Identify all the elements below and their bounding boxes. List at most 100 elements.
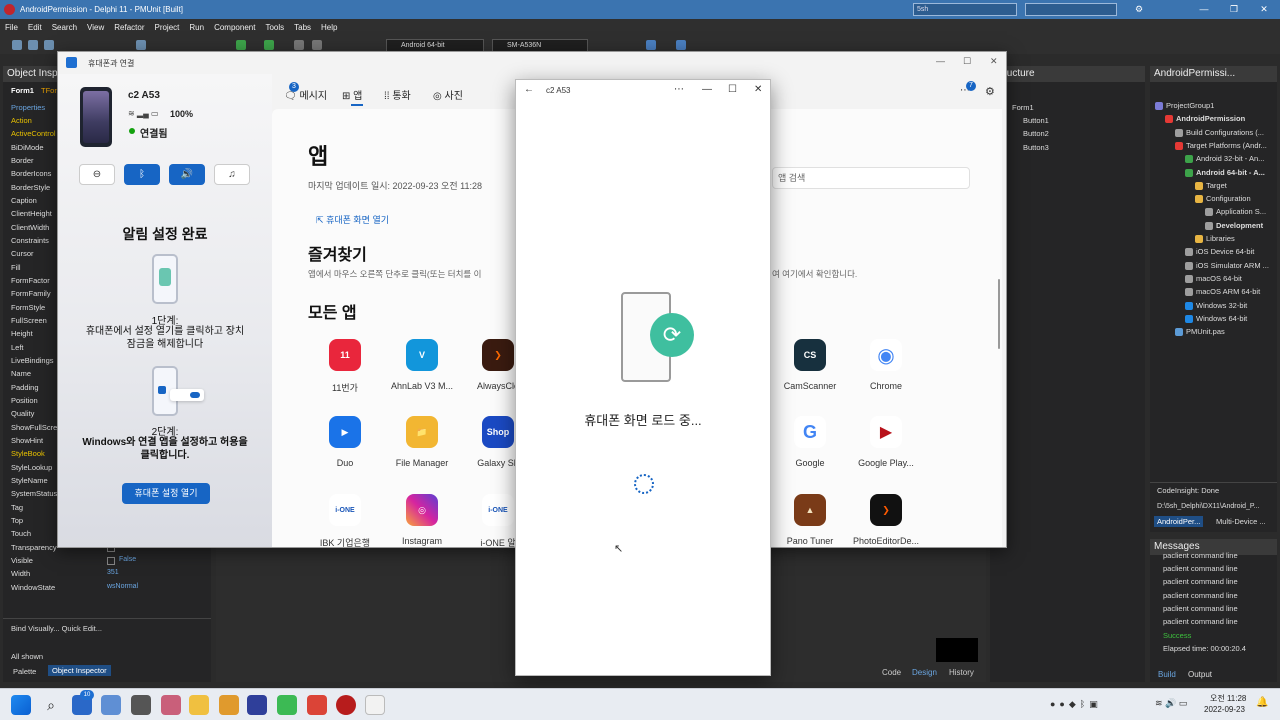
structure-item[interactable]: Button3 (1023, 143, 1049, 152)
app-tile[interactable]: ◉ Chrome (846, 339, 926, 391)
oi-row-clientwidth[interactable]: ClientWidth (11, 223, 49, 232)
ide-layout-combo[interactable]: 5sh (913, 3, 1017, 16)
oi-row-width[interactable]: Width (11, 569, 30, 578)
project-tree-item[interactable]: macOS ARM 64-bit (1196, 287, 1260, 296)
mail-app-icon[interactable]: 10 (72, 690, 94, 715)
ide-minimize-button[interactable]: — (1190, 0, 1218, 19)
app-tile[interactable]: ▶ Google Play... (846, 416, 926, 468)
structure-item[interactable]: Button2 (1023, 129, 1049, 138)
menu-project[interactable]: Project (154, 23, 179, 32)
project-tree-item[interactable]: Windows 32-bit (1196, 301, 1247, 310)
oi-row-systemstatus[interactable]: SystemStatus (11, 489, 57, 498)
network-volume-icons[interactable]: ≋ 🔊 ▭ (1155, 698, 1187, 709)
back-arrow-icon[interactable]: ← (524, 84, 534, 95)
project-tree-item[interactable]: AndroidPermission (1176, 114, 1245, 123)
tab-photos[interactable]: ◎ 사진 (433, 87, 463, 102)
mirror-minimize-button[interactable]: — (702, 84, 712, 95)
app-tile[interactable]: ▲ Pano Tuner (770, 494, 850, 546)
app-tile[interactable]: ❯ PhotoEditorDe... (846, 494, 926, 546)
project-tree-item[interactable]: Android 64-bit - A... (1196, 168, 1265, 177)
oi-row-formstyle[interactable]: FormStyle (11, 303, 45, 312)
do-not-disturb-button[interactable]: ⊖ (79, 164, 115, 185)
message-row[interactable]: paclient command line (1163, 564, 1238, 573)
ide-maximize-button[interactable]: ❐ (1220, 0, 1248, 19)
phone-link-minimize-button[interactable]: — (936, 56, 945, 66)
app-tile[interactable]: i-ONE IBK 기업은행 (305, 494, 385, 547)
stop-icon[interactable] (312, 40, 322, 50)
oi-row-stylebook[interactable]: StyleBook (11, 449, 45, 458)
settings-gear-icon[interactable]: ⚙ (985, 85, 995, 98)
project-tree-item[interactable]: Development (1216, 221, 1263, 230)
design-tab[interactable]: Design (912, 668, 937, 677)
calculator-icon[interactable] (131, 695, 151, 715)
phone-thumbnail[interactable] (80, 87, 112, 147)
open-phone-settings-button[interactable]: 휴대폰 설정 열기 (122, 483, 210, 504)
menu-tabs[interactable]: Tabs (294, 23, 311, 32)
oi-row-visible[interactable]: Visible (11, 556, 33, 565)
oi-row-height[interactable]: Height (11, 329, 33, 338)
run-without-debug-icon[interactable] (264, 40, 274, 50)
project-tree-item[interactable]: Configuration (1206, 194, 1251, 203)
oi-row-quality[interactable]: Quality (11, 409, 34, 418)
oi-row-livebindings[interactable]: LiveBindings (11, 356, 54, 365)
menu-help[interactable]: Help (321, 23, 337, 32)
remote-desktop-icon[interactable] (101, 695, 121, 715)
back-icon[interactable] (646, 40, 656, 50)
oi-row-windowstate[interactable]: WindowState (11, 583, 55, 592)
project-tree-item[interactable]: Application S... (1216, 207, 1266, 216)
structure-item[interactable]: Button1 (1023, 116, 1049, 125)
visible-checkbox[interactable] (107, 557, 115, 565)
chrome-taskbar-icon[interactable] (277, 695, 297, 715)
phone-link-maximize-button[interactable]: ☐ (963, 56, 971, 67)
mirror-maximize-button[interactable]: ☐ (728, 84, 737, 95)
app-tile[interactable]: ◎ Instagram (382, 494, 462, 546)
project-tree-item[interactable]: Libraries (1206, 234, 1235, 243)
oi-row-top[interactable]: Top (11, 516, 23, 525)
menu-search[interactable]: Search (52, 23, 77, 32)
menu-edit[interactable]: Edit (28, 23, 42, 32)
palette-tab[interactable]: Palette (13, 667, 36, 676)
oi-row-padding[interactable]: Padding (11, 383, 39, 392)
object-inspector-tab[interactable]: Object Inspector (48, 665, 111, 676)
run-icon[interactable] (236, 40, 246, 50)
clock-date[interactable]: 2022-09-23 (1204, 705, 1245, 714)
message-row[interactable]: paclient command line (1163, 617, 1238, 626)
project-tree-item[interactable]: Android 32-bit - An... (1196, 154, 1264, 163)
menu-tools[interactable]: Tools (265, 23, 284, 32)
oi-row-left[interactable]: Left (11, 343, 24, 352)
pause-icon[interactable] (294, 40, 304, 50)
oi-row-tag[interactable]: Tag (11, 503, 23, 512)
oi-row-activecontrol[interactable]: ActiveControl (11, 129, 56, 138)
project-tree-item[interactable]: Build Configurations (... (1186, 128, 1264, 137)
start-button-icon[interactable] (11, 695, 31, 715)
file-explorer-icon[interactable] (189, 695, 209, 715)
output-tab[interactable]: Output (1188, 670, 1212, 679)
menu-file[interactable]: File (5, 23, 18, 32)
message-row[interactable]: paclient command line (1163, 591, 1238, 600)
oi-footer-links[interactable]: Bind Visually... Quick Edit... (11, 624, 102, 633)
oi-row-showhint[interactable]: ShowHint (11, 436, 43, 445)
new-icon[interactable] (12, 40, 22, 50)
forward-icon[interactable] (676, 40, 686, 50)
app-tile[interactable]: CS CamScanner (770, 339, 850, 391)
oi-row-clientheight[interactable]: ClientHeight (11, 209, 52, 218)
app-taskbar-icon[interactable] (365, 695, 385, 715)
project-tab[interactable]: AndroidPer... (1154, 516, 1204, 527)
project-tree-item[interactable]: Target (1206, 181, 1227, 190)
project-tree-item[interactable]: PMUnit.pas (1186, 327, 1225, 336)
oi-row-constraints[interactable]: Constraints (11, 236, 49, 245)
open-icon[interactable] (28, 40, 38, 50)
snipping-tool-icon[interactable] (161, 695, 181, 715)
oi-row-touch[interactable]: Touch (11, 529, 31, 538)
rad-studio-icon[interactable] (336, 695, 356, 715)
oi-row-caption[interactable]: Caption (11, 196, 37, 205)
oi-row-bidimode[interactable]: BiDiMode (11, 143, 44, 152)
menu-run[interactable]: Run (189, 23, 204, 32)
oi-row-bordericons[interactable]: BorderIcons (11, 169, 51, 178)
paint-icon[interactable] (219, 695, 239, 715)
project-tree-item[interactable]: macOS 64-bit (1196, 274, 1242, 283)
project-tree-item[interactable]: iOS Device 64-bit (1196, 247, 1254, 256)
oi-row-cursor[interactable]: Cursor (11, 249, 34, 258)
chrome-profile-icon[interactable] (307, 695, 327, 715)
clock-time[interactable]: 오전 11:28 (1210, 693, 1246, 704)
